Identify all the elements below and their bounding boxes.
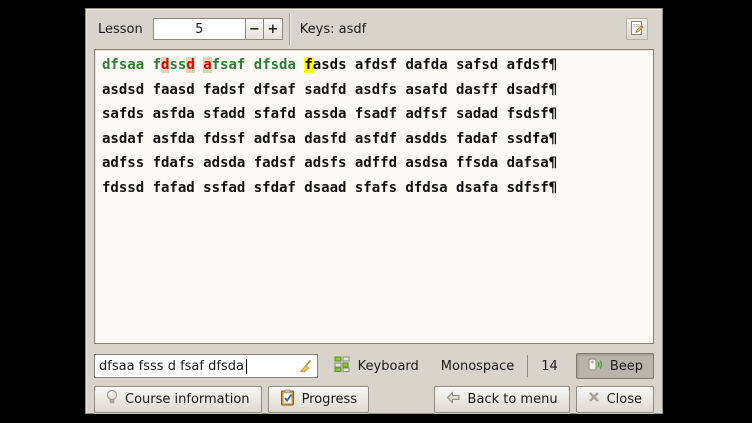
text-cursor [246,359,247,374]
exercise-segment-todo: safds asfda sfadd sfafd assda fsadf adfs… [102,106,557,122]
close-label: Close [607,392,642,407]
keyboard-button[interactable]: Keyboard [328,353,425,379]
clear-broom-icon[interactable] [297,358,314,379]
edit-pencil-icon [629,20,645,39]
exercise-line: safds asfda sfadd sfafd assda fsadf adfs… [102,102,653,127]
course-information-button[interactable]: Course information [94,386,262,413]
exercise-segment-err: d [186,57,194,73]
font-name-label: Monospace [441,359,515,374]
typing-input[interactable]: dfsaa fsss d fsaf dfsda [94,354,318,378]
progress-label: Progress [302,392,357,407]
keyboard-grid-icon [334,355,352,377]
exercise-segment-todo: asdsd faasd fadsf dfsaf sadfd asdfs asaf… [102,82,557,98]
lesson-label: Lesson [98,22,143,37]
back-to-menu-label: Back to menu [468,392,558,407]
exercise-line: asdaf asfda fdssf adfsa dasfd asfdf asdd… [102,127,653,152]
back-to-menu-button[interactable]: Back to menu [434,386,570,413]
exercise-segment-ok: fsaf dfsda [212,57,305,73]
lesson-decrement-button[interactable]: − [245,18,264,40]
progress-clipboard-icon [280,389,295,410]
exercise-line: dfsaa fdssd afsaf dfsda fasds afdsf dafd… [102,53,653,78]
beep-toggle-label: Beep [610,359,643,374]
close-button[interactable]: Close [576,386,654,413]
beep-toggle-button[interactable]: Beep [576,353,654,379]
lesson-number-input[interactable]: 5 [153,18,245,40]
course-information-label: Course information [125,392,250,407]
font-button[interactable]: Monospace 14 [435,353,564,379]
exercise-segment-ok: ss [169,57,186,73]
edit-lesson-button[interactable] [626,18,648,40]
lightbulb-icon [106,389,118,409]
exercise-line: adfss fdafs adsda fadsf adsfs adffd asds… [102,151,653,176]
exercise-segment-todo: adfss fdafs adsda fadsf adsfs adffd asds… [102,155,557,171]
exercise-lines: dfsaa fdssd afsaf dfsda fasds afdsf dafd… [95,50,653,200]
klavaro-lesson-window: Lesson 5 − + Keys: asdf dfsaa fdssd afsa… [85,8,663,414]
progress-button[interactable]: Progress [268,386,369,413]
exercise-line: asdsd faasd fadsf dfsaf sadfd asdfs asaf… [102,78,653,103]
entry-row: dfsaa fsss d fsaf dfsda [94,353,654,379]
exercise-segment-todo: asds afdsf dafda safsd afdsf¶ [313,57,557,73]
lesson-topbar: Lesson 5 − + Keys: asdf [86,9,662,49]
back-arrow-icon [446,391,461,408]
exercise-segment-todo: asdaf asfda fdssf adfsa dasfd asfdf asdd… [102,131,557,147]
exercise-segment-ok [195,57,203,73]
exercise-segment-ok: dfsaa f [102,57,161,73]
speaker-icon [587,356,604,377]
typing-input-value: dfsaa fsss d fsaf dfsda [99,359,244,374]
lesson-spinner: 5 − + [153,18,283,40]
font-size-label: 14 [541,359,558,374]
exercise-segment-cur: f [304,57,312,73]
exercise-line: fdssd fafad ssfad sfdaf dsaad sfafs dfds… [102,176,653,201]
close-x-icon [588,391,600,407]
keyboard-button-label: Keyboard [358,359,419,374]
exercise-text-area: dfsaa fdssd afsaf dfsda fasds afdsf dafd… [94,49,654,344]
lesson-increment-button[interactable]: + [264,18,283,40]
topbar-separator [289,13,290,45]
font-separator [527,355,528,377]
exercise-segment-err: a [203,57,211,73]
exercise-segment-todo: fdssd fafad ssfad sfdaf dsaad sfafs dfds… [102,180,557,196]
footer-bar: Course information Progress Back to menu [94,385,654,413]
keys-label: Keys: asdf [300,22,366,37]
